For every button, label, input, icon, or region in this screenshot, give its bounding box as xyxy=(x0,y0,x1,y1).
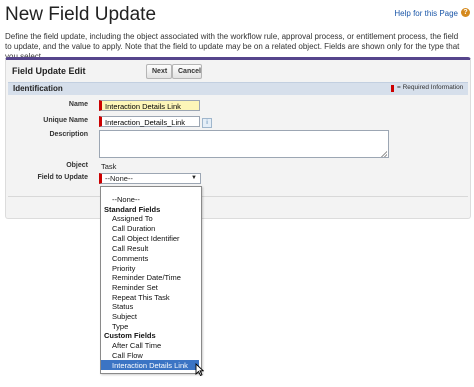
info-icon[interactable]: i xyxy=(202,118,212,128)
dropdown-option[interactable]: Priority xyxy=(112,264,135,273)
next-button[interactable]: Next xyxy=(146,64,172,79)
dropdown-option[interactable]: Reminder Set xyxy=(112,283,158,292)
dropdown-group-custom: Custom Fields xyxy=(104,331,156,340)
dropdown-option[interactable]: Reminder Date/Time xyxy=(112,273,181,282)
description-label: Description xyxy=(49,131,88,138)
dropdown-option[interactable]: Comments xyxy=(112,254,148,263)
dropdown-option[interactable]: Repeat This Task xyxy=(112,293,170,302)
cancel-button[interactable]: Cancel xyxy=(172,64,202,79)
field-to-update-label: Field to Update xyxy=(37,174,88,181)
description-textarea[interactable] xyxy=(99,130,389,158)
help-icon[interactable]: ? xyxy=(461,8,470,17)
name-field[interactable]: Interaction Details Link xyxy=(99,100,200,111)
unique-name-label: Unique Name xyxy=(43,117,88,124)
dropdown-option-none[interactable]: --None-- xyxy=(112,195,140,204)
dropdown-option-selected[interactable]: Interaction Details Link xyxy=(112,361,188,370)
dropdown-option[interactable]: Subject xyxy=(112,312,137,321)
required-legend: = Required Information xyxy=(397,84,464,91)
separator xyxy=(8,196,468,197)
dropdown-option[interactable]: Call Duration xyxy=(112,224,155,233)
resize-grip-icon[interactable] xyxy=(381,151,387,157)
chevron-down-icon[interactable]: ▼ xyxy=(191,174,197,183)
object-label: Object xyxy=(66,162,88,169)
field-to-update-select[interactable]: --None-- xyxy=(99,173,201,184)
dropdown-option[interactable]: Call Result xyxy=(112,244,148,253)
section-title: Identification xyxy=(13,84,63,93)
dropdown-option[interactable]: Type xyxy=(112,322,128,331)
dropdown-option[interactable]: Call Flow xyxy=(112,351,143,360)
dropdown-option[interactable]: Assigned To xyxy=(112,214,153,223)
required-marker xyxy=(391,85,394,92)
name-label: Name xyxy=(68,101,88,108)
dropdown-option[interactable]: After Call Time xyxy=(112,341,161,350)
dropdown-group-standard: Standard Fields xyxy=(104,205,161,214)
object-value: Task xyxy=(101,162,117,171)
dropdown-option[interactable]: Call Object Identifier xyxy=(112,234,180,243)
dropdown-option[interactable]: Status xyxy=(112,302,133,311)
unique-name-field[interactable]: Interaction_Details_Link xyxy=(99,116,200,127)
mouse-cursor-icon xyxy=(195,363,204,376)
help-link[interactable]: Help for this Page xyxy=(394,9,458,18)
page-title: New Field Update xyxy=(5,4,157,25)
panel-title: Field Update Edit xyxy=(12,66,86,76)
